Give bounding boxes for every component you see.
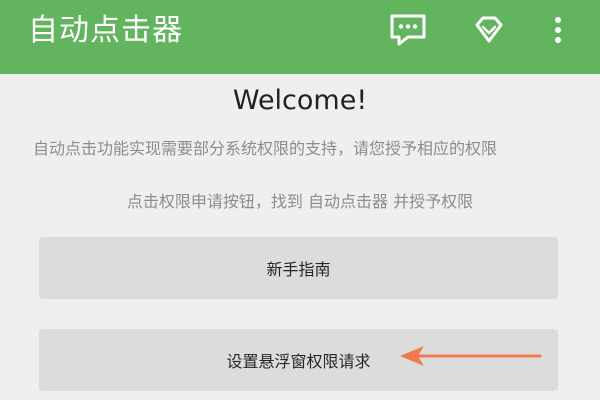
more-options-button[interactable] [536,10,580,50]
permission-description: 自动点击功能实现需要部分系统权限的支持，请您授予相应的权限 [33,139,498,158]
app-screen: 自动点击器 Welcome! 自动点击功能实现需要部分系统权限的支持，请您授予相… [0,0,600,400]
app-bar: 自动点击器 [0,0,600,74]
welcome-heading: Welcome! [232,85,368,116]
beginner-guide-button[interactable]: 新手指南 [39,237,558,299]
overlay-permission-label: 设置悬浮窗权限请求 [226,352,371,371]
premium-button[interactable] [467,10,511,50]
app-title: 自动点击器 [28,13,183,48]
chat-bubble-icon [390,14,426,46]
more-vertical-icon [555,17,561,43]
diamond-icon [475,16,503,43]
permission-instruction: 点击权限申请按钮，找到 自动点击器 并授予权限 [126,192,474,211]
arrow-left-icon [400,346,542,366]
beginner-guide-label: 新手指南 [266,260,331,279]
chat-button[interactable] [386,10,430,50]
